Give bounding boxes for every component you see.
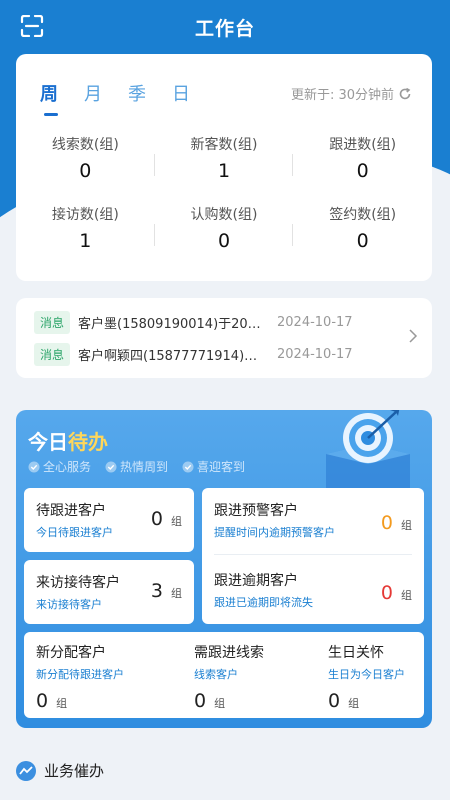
check-circle-icon (28, 461, 40, 472)
active-tab-indicator (44, 113, 58, 116)
chevron-right-icon[interactable] (408, 328, 418, 344)
tab-quarter[interactable]: 季 (128, 80, 146, 106)
business-urge-section[interactable]: 业务催办 (16, 760, 104, 781)
message-item[interactable]: 消息 客户墨(15809190014)于20… 2024-10-17 (34, 310, 394, 334)
trend-icon (16, 760, 36, 781)
todo-tag: 热情周到 (105, 458, 168, 475)
todo-follow-up[interactable]: 待跟进客户 今日待跟进客户 0组 (24, 488, 194, 552)
divider (214, 554, 412, 555)
todo-tag: 喜迎客到 (182, 458, 245, 475)
check-circle-icon (105, 461, 117, 472)
todo-new-assign[interactable]: 新分配客户 新分配待跟进客户 0组 (36, 642, 166, 712)
todo-tag: 全心服务 (28, 458, 91, 475)
tab-month[interactable]: 月 (84, 80, 102, 106)
message-card[interactable]: 消息 客户墨(15809190014)于20… 2024-10-17 消息 客户… (16, 298, 432, 378)
stat-visits[interactable]: 接访数(组) 1 (16, 204, 155, 274)
todo-leads[interactable]: 需跟进线索 线索客户 0组 (194, 642, 294, 712)
message-tag: 消息 (34, 342, 71, 366)
check-circle-icon (182, 461, 194, 472)
todo-title: 今日待办 (28, 430, 108, 454)
todo-warning-overdue: 跟进预警客户 提醒时间内逾期预警客户 0组 跟进逾期客户 跟进已逾期即将流失 0… (202, 488, 424, 624)
todo-birthday[interactable]: 生日关怀 生日为今日客户 0组 (328, 642, 420, 712)
period-tabs: 周 月 季 日 (40, 80, 216, 116)
stat-subscriptions[interactable]: 认购数(组) 0 (155, 204, 294, 274)
update-status[interactable]: 更新于: 30分钟前 (291, 84, 412, 103)
message-text: 客户墨(15809190014)于20… (78, 316, 261, 332)
todo-bottom-row: 新分配客户 新分配待跟进客户 0组 需跟进线索 线索客户 0组 生日关怀 生日为… (24, 632, 424, 718)
stat-leads[interactable]: 线索数(组) 0 (16, 134, 155, 204)
stat-new-customers[interactable]: 新客数(组) 1 (155, 134, 294, 204)
message-text: 客户啊颖四(15877771914)… (78, 348, 258, 364)
todo-visit-reception[interactable]: 来访接待客户 来访接待客户 3组 (24, 560, 194, 624)
top-bar: 工作台 (0, 0, 450, 54)
message-date: 2024-10-17 (277, 346, 353, 362)
message-date: 2024-10-17 (277, 314, 353, 330)
todo-overdue[interactable]: 跟进逾期客户 跟进已逾期即将流失 (214, 570, 313, 610)
message-tag: 消息 (34, 310, 71, 334)
tab-week[interactable]: 周 (40, 80, 58, 106)
stats-card: 周 月 季 日 更新于: 30分钟前 线索数(组) 0 新客数(组) 1 跟进数… (16, 54, 432, 281)
tab-day[interactable]: 日 (172, 80, 190, 106)
todo-card: 今日待办 全心服务 热情周到 喜迎客到 待跟进客户 今日待跟进客户 0组 来访接… (16, 410, 432, 728)
message-item[interactable]: 消息 客户啊颖四(15877771914)… 2024-10-17 (34, 342, 394, 366)
stat-followups[interactable]: 跟进数(组) 0 (293, 134, 432, 204)
todo-warning[interactable]: 跟进预警客户 提醒时间内逾期预警客户 (214, 500, 335, 540)
updated-label: 更新于: 30分钟前 (290, 88, 394, 103)
stat-grid: 线索数(组) 0 新客数(组) 1 跟进数(组) 0 接访数(组) 1 认购数(… (16, 134, 432, 274)
section-title: 业务催办 (44, 762, 105, 780)
target-icon (326, 410, 410, 488)
refresh-icon[interactable] (398, 87, 412, 101)
page-title: 工作台 (194, 18, 255, 40)
todo-tags: 全心服务 热情周到 喜迎客到 (28, 458, 245, 475)
stat-contracts[interactable]: 签约数(组) 0 (293, 204, 432, 274)
